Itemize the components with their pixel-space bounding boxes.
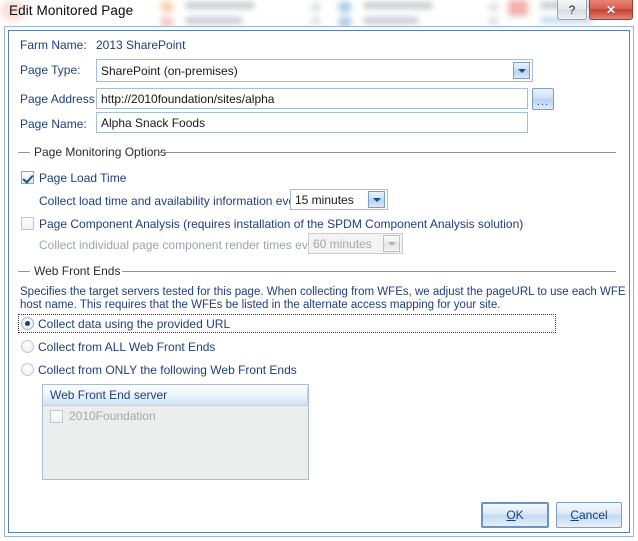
component-interval-value: 60 minutes <box>313 236 372 251</box>
chevron-down-icon[interactable] <box>368 191 385 208</box>
page-name-label: Page Name: <box>20 117 87 131</box>
radio-collect-all-wfe[interactable] <box>21 340 34 353</box>
farm-name-value: 2013 SharePoint <box>96 38 186 52</box>
page-address-label: Page Address: <box>20 92 99 106</box>
list-header-row[interactable]: Web Front End server <box>43 385 308 406</box>
farm-name-label: Farm Name: <box>20 38 87 52</box>
ok-button[interactable]: OK <box>481 502 549 528</box>
page-component-analysis-checkbox[interactable] <box>21 217 34 230</box>
page-monitoring-options-group: Page Monitoring Options <box>18 145 616 159</box>
web-front-end-server-list[interactable]: Web Front End server 2010Foundation <box>42 384 309 480</box>
cancel-accel: C <box>570 508 579 522</box>
list-item[interactable]: 2010Foundation <box>43 406 308 426</box>
page-component-analysis-label: Page Component Analysis (requires instal… <box>39 217 524 231</box>
server-name: 2010Foundation <box>69 409 156 423</box>
web-front-ends-description-line2: host name. This requires that the WFEs b… <box>20 299 501 311</box>
chevron-down-icon[interactable] <box>383 235 400 252</box>
page-type-combobox[interactable]: SharePoint (on-premises) <box>96 59 533 82</box>
radio-collect-provided-url-label: Collect data using the provided URL <box>38 317 231 331</box>
radio-collect-provided-url[interactable] <box>21 317 34 330</box>
radio-collect-only-following-wfe-label: Collect from ONLY the following Web Fron… <box>38 363 297 377</box>
server-checkbox[interactable] <box>50 409 63 423</box>
page-type-label: Page Type: <box>20 63 81 77</box>
page-name-input[interactable] <box>96 112 528 133</box>
component-interval-label: Collect individual page component render… <box>39 238 325 252</box>
page-address-input[interactable] <box>96 88 528 109</box>
page-load-time-checkbox[interactable] <box>21 171 34 184</box>
cancel-button[interactable]: Cancel <box>556 502 622 528</box>
dialog-content: Farm Name: 2013 SharePoint Page Type: Sh… <box>0 0 638 541</box>
cancel-rest: ancel <box>578 508 608 522</box>
web-front-ends-description-line1: Specifies the target servers tested for … <box>20 286 626 298</box>
page-monitoring-options-title: Page Monitoring Options <box>34 145 167 159</box>
radio-collect-only-following-wfe[interactable] <box>21 363 34 376</box>
ok-rest: K <box>515 508 524 522</box>
page-load-time-label: Page Load Time <box>39 171 127 185</box>
ok-accel: O <box>506 508 516 522</box>
list-column-header-server: Web Front End server <box>50 388 168 402</box>
web-front-ends-group: Web Front Ends <box>18 264 616 278</box>
browse-button[interactable]: ... <box>532 88 554 110</box>
load-interval-label: Collect load time and availability infor… <box>39 194 306 208</box>
column-separator[interactable] <box>307 387 308 403</box>
component-interval-combobox[interactable]: 60 minutes <box>308 233 403 254</box>
web-front-ends-title: Web Front Ends <box>34 264 121 278</box>
load-interval-value: 15 minutes <box>295 192 354 207</box>
load-interval-combobox[interactable]: 15 minutes <box>290 189 388 210</box>
radio-collect-all-wfe-label: Collect from ALL Web Front Ends <box>38 340 216 354</box>
chevron-down-icon[interactable] <box>513 62 530 79</box>
page-type-selected-value: SharePoint (on-premises) <box>101 63 238 78</box>
